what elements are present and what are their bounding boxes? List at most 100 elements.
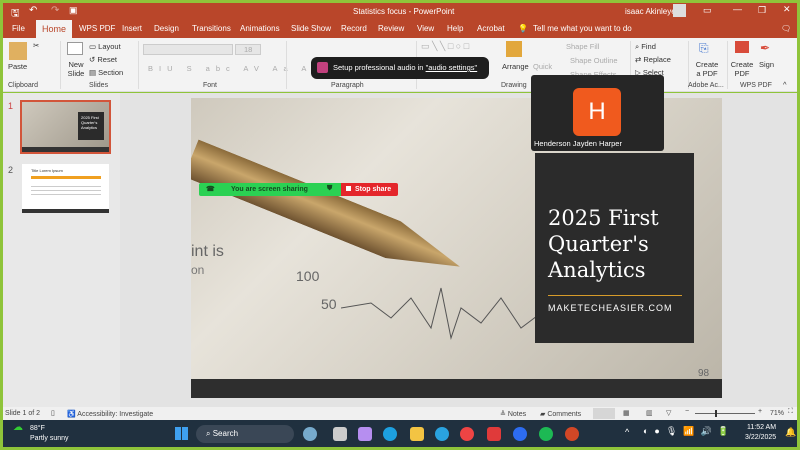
find-button[interactable]: ⌕ Find: [635, 42, 656, 52]
tab-file[interactable]: File: [12, 24, 25, 33]
redo-icon[interactable]: ↷: [51, 5, 59, 16]
replace-button[interactable]: ⇄ Replace: [635, 55, 671, 64]
taskbar-search[interactable]: ⌕ Search: [196, 425, 294, 443]
slideshow-button[interactable]: ▽: [666, 409, 671, 417]
tray-icons[interactable]: ◐●🎙📶🔊🔋: [643, 426, 735, 437]
font-family-select[interactable]: [143, 44, 233, 55]
layout-button[interactable]: ▭ Layout: [89, 42, 121, 51]
new-slide-icon[interactable]: [67, 42, 83, 55]
windows-start-icon[interactable]: [175, 427, 188, 440]
zoom-out-button[interactable]: −: [685, 408, 689, 415]
shape-outline-button[interactable]: Shape Outline: [570, 56, 618, 65]
task-view-icon[interactable]: [333, 427, 347, 441]
comments-button[interactable]: ▰ Comments: [540, 410, 581, 418]
show-hidden-icons[interactable]: ^: [625, 427, 629, 437]
fit-slide-icon[interactable]: ⛶: [788, 408, 793, 416]
paste-button[interactable]: Paste: [8, 62, 27, 71]
cut-icon[interactable]: ✂: [33, 41, 39, 50]
reset-button[interactable]: ↺ Reset: [89, 55, 117, 64]
bg-text: int is: [191, 243, 224, 260]
tab-insert[interactable]: Insert: [122, 24, 142, 33]
create-a-pdf-button[interactable]: Create a PDF: [693, 60, 721, 78]
notes-button[interactable]: ≜ Notes: [500, 410, 526, 418]
temperature[interactable]: 88°F: [30, 425, 45, 432]
tab-record[interactable]: Record: [341, 24, 367, 33]
zoom-slider-thumb[interactable]: [715, 410, 718, 417]
font-format-buttons[interactable]: BIU S abc AV Aa A: [148, 64, 312, 73]
tab-review[interactable]: Review: [378, 24, 404, 33]
shape-fill-button[interactable]: Shape Fill: [566, 42, 599, 51]
tab-help[interactable]: Help: [447, 24, 463, 33]
minimize-icon[interactable]: —: [733, 4, 742, 14]
close-icon[interactable]: ✕: [783, 4, 791, 15]
accessibility-button[interactable]: ♿ Accessibility: Investigate: [67, 410, 153, 418]
ribbon-display-icon[interactable]: ▭: [703, 5, 712, 16]
tab-slide-show[interactable]: Slide Show: [291, 24, 331, 33]
wps-pdf-icon[interactable]: [735, 41, 749, 53]
tab-home[interactable]: Home: [36, 20, 72, 38]
notifications-icon[interactable]: 🔔: [785, 427, 796, 438]
tab-view[interactable]: View: [417, 24, 434, 33]
quick-styles-button[interactable]: Quick: [533, 62, 552, 71]
weather-icon: ☁: [13, 422, 23, 433]
edge-icon[interactable]: [383, 427, 397, 441]
section-button[interactable]: ▤ Section: [89, 68, 123, 77]
tab-transitions[interactable]: Transitions: [192, 24, 231, 33]
group-label-adobe: Adobe Ac...: [688, 82, 724, 89]
shapes-gallery[interactable]: ▭ ╲ ╲ □ ○ □: [421, 41, 469, 52]
audio-settings-link[interactable]: "audio settings": [426, 63, 478, 72]
stop-share-button[interactable]: Stop share: [341, 183, 398, 196]
avatar[interactable]: [673, 4, 686, 17]
arrange-icon[interactable]: [506, 41, 522, 57]
tab-animations[interactable]: Animations: [240, 24, 280, 33]
zoom-in-button[interactable]: +: [758, 408, 762, 415]
new-slide-button[interactable]: New Slide: [66, 60, 86, 78]
tab-acrobat[interactable]: Acrobat: [477, 24, 505, 33]
spotify-icon[interactable]: [539, 427, 553, 441]
restore-icon[interactable]: ❐: [758, 5, 766, 16]
collapse-ribbon-icon[interactable]: ^: [783, 80, 787, 89]
notes-page-icon[interactable]: ▯: [51, 409, 55, 417]
clock-date[interactable]: 3/22/2025: [745, 434, 776, 441]
telegram-icon[interactable]: [435, 427, 449, 441]
sign-button[interactable]: Sign: [759, 60, 774, 69]
create-pdf-button[interactable]: Create PDF: [729, 60, 755, 78]
sign-icon[interactable]: ✒: [760, 41, 770, 55]
zoom-icon[interactable]: [513, 427, 527, 441]
present-icon[interactable]: ▣: [69, 5, 78, 16]
user-name: isaac Akinleye: [625, 7, 676, 16]
font-size-select[interactable]: 18: [235, 44, 261, 55]
group-label-font: Font: [203, 82, 218, 89]
slide-thumbnail-2[interactable]: Title Lorem Ipsum: [22, 164, 109, 213]
video-tile[interactable]: H Henderson Jayden Harper: [531, 75, 664, 151]
powerpoint-icon[interactable]: [565, 427, 579, 441]
copilot-app-icon[interactable]: [358, 427, 372, 441]
slide-title[interactable]: 2025 First Quarter's Analytics: [548, 205, 688, 283]
slide-thumbnail-1[interactable]: 2025 First Quarter's Analytics: [20, 100, 111, 154]
paste-icon[interactable]: [9, 42, 27, 60]
slide-subtitle[interactable]: MAKETECHEASIER.COM: [548, 303, 673, 313]
group-label-drawing: Drawing: [501, 82, 527, 89]
wps-icon[interactable]: [487, 427, 501, 441]
status-bar: Slide 1 of 2 ▯ ♿ Accessibility: Investig…: [3, 407, 797, 420]
undo-icon[interactable]: ↶: [29, 5, 37, 16]
reading-view-button[interactable]: ▥: [646, 409, 653, 417]
weather-text[interactable]: Partly sunny: [30, 435, 69, 442]
zoom-level[interactable]: 71%: [770, 410, 784, 417]
chrome-icon[interactable]: [460, 427, 474, 441]
bg-text: 100: [296, 268, 320, 284]
group-label-clipboard: Clipboard: [8, 82, 38, 89]
copilot-icon[interactable]: [303, 427, 317, 441]
acrobat-pdf-icon[interactable]: ⎘: [699, 41, 709, 56]
tell-me-input[interactable]: Tell me what you want to do: [533, 24, 632, 33]
normal-view-button[interactable]: [593, 408, 615, 419]
slide-sorter-button[interactable]: ▦: [623, 409, 630, 417]
zoom-slider[interactable]: [695, 410, 755, 417]
slide-footer-bar: [191, 379, 722, 398]
comments-icon[interactable]: 🗨: [781, 24, 791, 33]
arrange-button[interactable]: Arrange: [502, 62, 529, 71]
tab-design[interactable]: Design: [154, 24, 179, 33]
file-explorer-icon[interactable]: [410, 427, 424, 441]
tab-wps-pdf[interactable]: WPS PDF: [79, 24, 115, 33]
clock-time[interactable]: 11:52 AM: [747, 424, 776, 431]
